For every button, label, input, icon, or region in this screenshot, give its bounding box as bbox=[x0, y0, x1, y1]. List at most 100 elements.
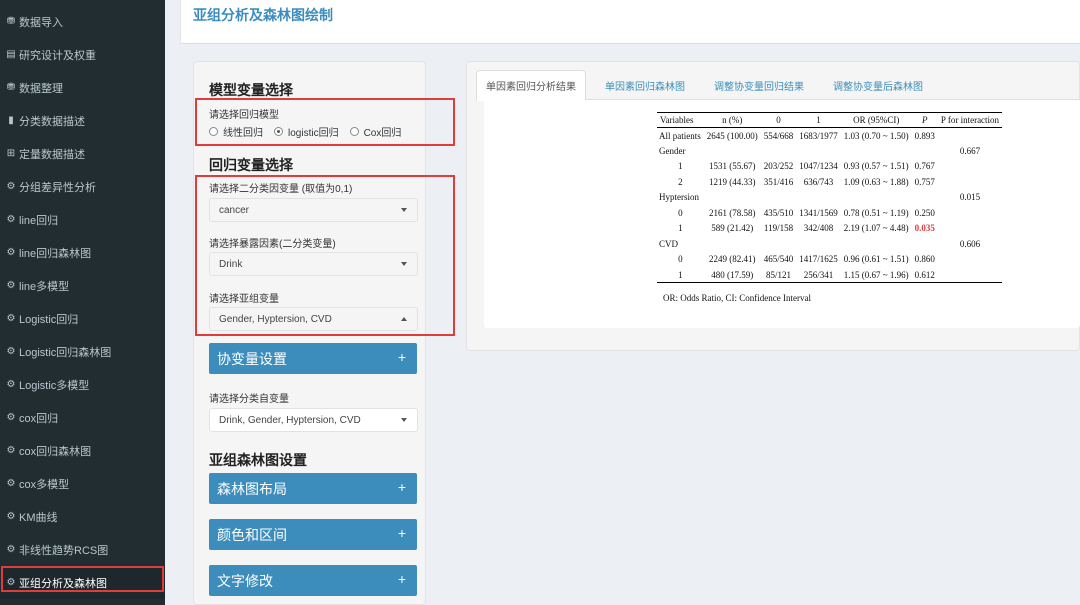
sidebar-item-label: cox回归 bbox=[19, 412, 59, 425]
sidebar-item-6[interactable]: ⚙ line回归 bbox=[0, 203, 165, 236]
sidebar-item-label: 非线性趋势RCS图 bbox=[19, 544, 109, 557]
sidebar-item-7[interactable]: ⚙ line回归森林图 bbox=[0, 236, 165, 269]
tab-univariate-results[interactable]: 单因素回归分析结果 bbox=[476, 70, 586, 101]
sidebar-item-3[interactable]: ▮ 分类数据描述 bbox=[0, 104, 165, 137]
cell-c1 bbox=[796, 236, 841, 252]
sidebar-item-8[interactable]: ⚙ line多模型 bbox=[0, 269, 165, 302]
sidebar-item-1[interactable]: ▤ 研究设计及权重 bbox=[0, 38, 165, 71]
sidebar-item-label: 数据导入 bbox=[19, 16, 63, 29]
gear-icon: ⚙ bbox=[6, 214, 16, 225]
sidebar-item-10[interactable]: ⚙ Logistic回归森林图 bbox=[0, 335, 165, 368]
cell-p: 0.612 bbox=[911, 267, 938, 283]
cell-p: 0.035 bbox=[914, 223, 935, 234]
sidebar-item-15[interactable]: ⚙ KM曲线 bbox=[0, 500, 165, 533]
table-row: 1 480 (17.59) 85/121 256/341 1.15 (0.67 ~ 1.… bbox=[657, 267, 1003, 283]
table-icon: ▤ bbox=[6, 49, 16, 60]
sidebar-item-label: cox多模型 bbox=[19, 478, 70, 491]
sidebar-item-label: 分类数据描述 bbox=[19, 115, 85, 128]
sidebar-item-9[interactable]: ⚙ Logistic回归 bbox=[0, 302, 165, 335]
outcome-select[interactable]: cancer bbox=[209, 198, 418, 222]
table-row: All patients 2645 (100.00) 554/668 1683/197… bbox=[657, 128, 1002, 144]
cell-p bbox=[912, 143, 938, 159]
cell-or bbox=[841, 143, 912, 159]
table-note: OR: Odds Ratio, CI: Confidence Interval bbox=[663, 293, 811, 303]
sidebar-item-0[interactable]: ⛃ 数据导入 bbox=[0, 5, 165, 38]
header-or: OR (95%CI) bbox=[840, 112, 912, 128]
sidebar-item-label: 分组差异性分析 bbox=[19, 181, 96, 194]
cell-c1: 1417/1625 bbox=[799, 254, 838, 265]
cell-n: 480 (17.59) bbox=[703, 267, 761, 283]
gear-icon: ⚙ bbox=[6, 511, 16, 522]
radio-linear[interactable] bbox=[209, 127, 218, 136]
cell-n: 2645 (100.00) bbox=[706, 130, 758, 141]
exposure-select[interactable]: Drink bbox=[209, 252, 418, 276]
cell-pint bbox=[938, 159, 1002, 175]
cell-pint bbox=[938, 252, 1002, 268]
sidebar-item-label: line回归森林图 bbox=[19, 247, 92, 260]
model-radio-group: 线性回归 logistic回归 Cox回归 bbox=[209, 124, 412, 139]
tab-adjusted-forest[interactable]: 调整协变量后森林图 bbox=[824, 70, 932, 100]
color-interval-button[interactable]: 颜色和区间 + bbox=[209, 519, 417, 550]
chevron-up-icon bbox=[401, 317, 407, 321]
cell-or bbox=[841, 236, 912, 252]
sidebar-item-11[interactable]: ⚙ Logistic多模型 bbox=[0, 368, 165, 401]
gear-icon: ⚙ bbox=[6, 412, 16, 423]
exposure-label: 请选择暴露因素(二分类变量) bbox=[209, 239, 336, 250]
color-interval-label: 颜色和区间 bbox=[217, 526, 287, 543]
cell-p: 0.893 bbox=[914, 130, 935, 141]
sidebar-item-4[interactable]: ⊞ 定量数据描述 bbox=[0, 137, 165, 170]
sidebar-item-5[interactable]: ⚙ 分组差异性分析 bbox=[0, 170, 165, 203]
database-icon: ⛃ bbox=[6, 82, 16, 93]
cell-c1: 636/743 bbox=[803, 176, 834, 187]
cell-n: 2161 (78.58) bbox=[709, 207, 756, 218]
cell-p: 0.767 bbox=[914, 161, 935, 172]
radio-cox[interactable] bbox=[349, 127, 359, 136]
gear-icon: ⚙ bbox=[6, 313, 16, 324]
chevron-down-icon bbox=[401, 208, 407, 212]
cell-var: 2 bbox=[678, 176, 683, 187]
subgroup-select[interactable]: Gender, Hyptersion, CVD bbox=[209, 307, 418, 331]
plus-icon: + bbox=[397, 525, 406, 541]
model-section-title: 模型变量选择 bbox=[209, 82, 293, 98]
cell-pint bbox=[937, 267, 1003, 283]
tab-univariate-forest[interactable]: 单因素回归森林图 bbox=[596, 70, 694, 100]
sidebar-item-16[interactable]: ⚙ 非线性趋势RCS图 bbox=[0, 533, 165, 566]
subgroup-label: 请选择亚组变量 bbox=[209, 294, 279, 305]
table-row: 2 1219 (44.33) 351/416 636/743 1.09 (0.63 ~ … bbox=[657, 174, 1002, 190]
gear-icon: ⚙ bbox=[6, 445, 16, 456]
cell-p: 0.250 bbox=[914, 207, 935, 218]
cat-var-select-value: Drink, Gender, Hyptersion, CVD bbox=[219, 414, 361, 426]
exposure-select-value: Drink bbox=[219, 258, 243, 270]
sidebar-item-2[interactable]: ⛃ 数据整理 bbox=[0, 71, 165, 104]
cell-pint: 0.606 bbox=[959, 238, 981, 249]
cell-n bbox=[704, 190, 761, 206]
grid-icon: ⊞ bbox=[6, 148, 16, 159]
cell-c1 bbox=[796, 143, 841, 159]
cell-c1 bbox=[796, 190, 841, 206]
covariate-settings-button[interactable]: 协变量设置 + bbox=[209, 343, 417, 374]
sidebar-item-12[interactable]: ⚙ cox回归 bbox=[0, 401, 165, 434]
table-row: CVD 0.606 bbox=[657, 236, 1002, 252]
cell-n: 589 (21.42) bbox=[711, 223, 754, 234]
tab-adjusted-results[interactable]: 调整协变量回归结果 bbox=[705, 70, 813, 100]
cat-var-select[interactable]: Drink, Gender, Hyptersion, CVD bbox=[209, 408, 418, 432]
forest-layout-button[interactable]: 森林图布局 + bbox=[209, 473, 417, 504]
cell-var: 1 bbox=[678, 161, 683, 172]
sidebar-item-label: Logistic回归森林图 bbox=[19, 346, 112, 359]
cell-c1: 1047/1234 bbox=[799, 161, 838, 172]
table-row: 1 1531 (55.67) 203/252 1047/1234 0.93 (0.57 … bbox=[657, 159, 1002, 175]
radio-logistic[interactable] bbox=[274, 127, 283, 136]
cell-or: 1.15 (0.67 ~ 1.96) bbox=[840, 267, 912, 283]
cell-c0: 435/510 bbox=[763, 207, 794, 218]
table-row: 0 2161 (78.58) 435/510 1341/1569 0.78 (0.51 … bbox=[657, 205, 1002, 221]
chevron-down-icon bbox=[401, 418, 407, 422]
header-0: 0 bbox=[760, 112, 797, 128]
bar-chart-icon: ▮ bbox=[8, 115, 14, 126]
cell-pint bbox=[938, 174, 1002, 190]
text-edit-button[interactable]: 文字修改 + bbox=[209, 565, 417, 596]
chevron-down-icon bbox=[401, 262, 407, 266]
sidebar-item-13[interactable]: ⚙ cox回归森林图 bbox=[0, 434, 165, 467]
sidebar-item-label: 数据整理 bbox=[19, 82, 63, 95]
sidebar-item-14[interactable]: ⚙ cox多模型 bbox=[0, 467, 165, 500]
cell-c0: 119/158 bbox=[763, 223, 794, 234]
